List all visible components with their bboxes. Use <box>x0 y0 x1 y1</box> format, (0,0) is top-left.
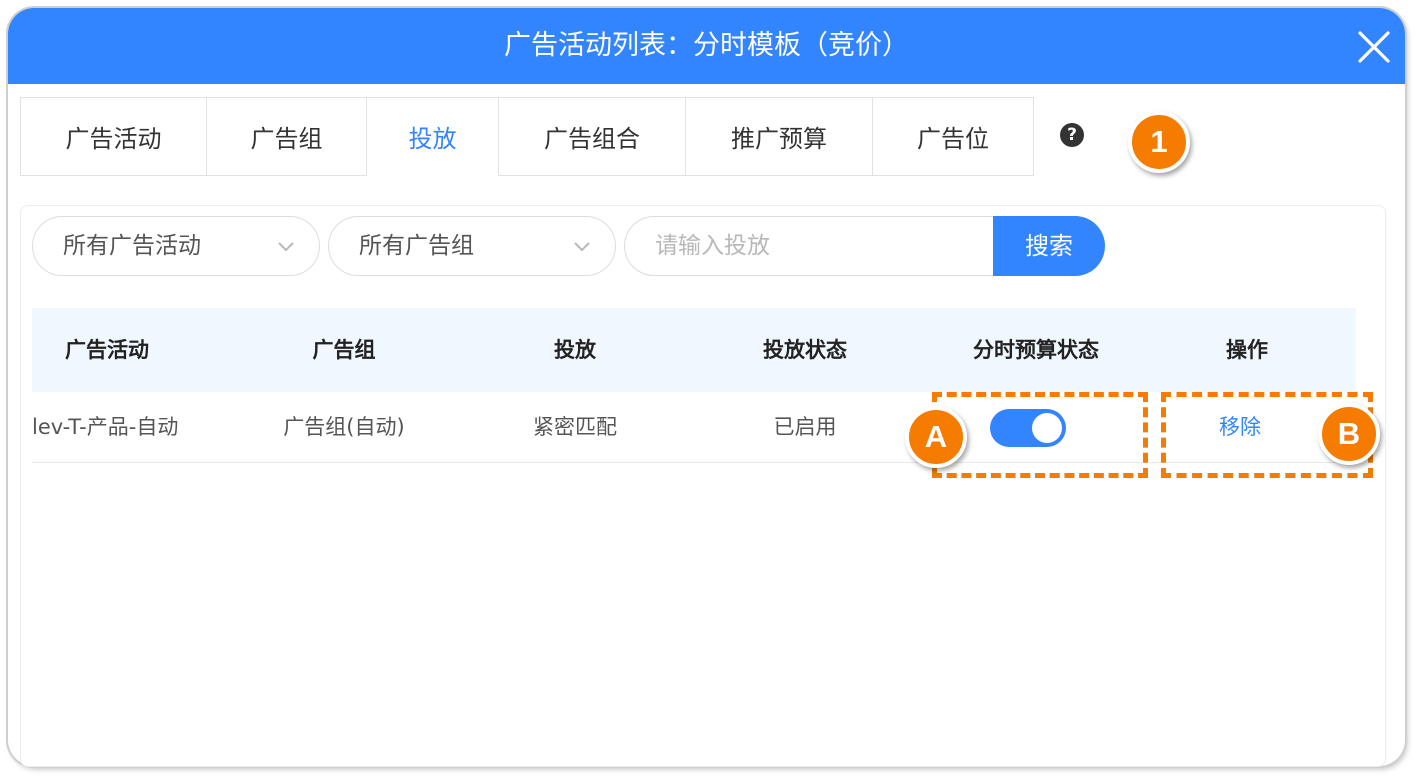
column-header-budget-status: 分时预算状态 <box>973 338 1099 362</box>
title-bar: 广告活动列表：分时模板（竞价） <box>8 8 1405 84</box>
tab-bar: 广告活动 广告组 投放 广告组合 推广预算 广告位 <box>20 97 1034 176</box>
campaign-select-value: 所有广告活动 <box>63 233 201 259</box>
column-header-status: 投放状态 <box>763 338 847 362</box>
tab-campaigns[interactable]: 广告活动 <box>21 98 207 176</box>
column-header-campaign: 广告活动 <box>65 338 149 362</box>
chevron-down-icon <box>574 242 590 252</box>
campaign-select[interactable]: 所有广告活动 <box>32 216 320 276</box>
tab-placements[interactable]: 广告位 <box>873 98 1033 176</box>
callout-marker-1: 1 <box>1128 111 1190 173</box>
callout-marker-b: B <box>1318 403 1380 465</box>
cell-targeting: 紧密匹配 <box>533 415 617 439</box>
tab-ad-groups[interactable]: 广告组 <box>207 98 367 176</box>
tab-targeting[interactable]: 投放 <box>367 98 499 176</box>
column-header-adgroup: 广告组 <box>312 338 376 362</box>
adgroup-select-value: 所有广告组 <box>359 233 474 259</box>
column-header-targeting: 投放 <box>554 338 596 362</box>
cell-adgroup: 广告组(自动) <box>283 415 405 439</box>
search-button[interactable]: 搜索 <box>993 216 1105 276</box>
close-icon[interactable] <box>1357 30 1391 64</box>
column-header-actions: 操作 <box>1226 338 1268 362</box>
table-row: lev-T-产品-自动 广告组(自动) 紧密匹配 已启用 <box>32 392 1356 463</box>
cell-campaign: lev-T-产品-自动 <box>32 415 179 439</box>
table-header: 广告活动 广告组 投放 投放状态 分时预算状态 操作 <box>32 308 1356 392</box>
question-circle-icon[interactable]: ? <box>1060 123 1084 147</box>
adgroup-select[interactable]: 所有广告组 <box>328 216 616 276</box>
tab-promo-budget[interactable]: 推广预算 <box>686 98 873 176</box>
callout-marker-a: A <box>905 406 967 468</box>
tab-portfolios[interactable]: 广告组合 <box>499 98 686 176</box>
content-panel <box>20 205 1386 767</box>
dialog-title: 广告活动列表：分时模板（竞价） <box>504 30 909 61</box>
cell-status: 已启用 <box>773 415 837 439</box>
targeting-search-input[interactable] <box>624 216 996 276</box>
chevron-down-icon <box>278 242 294 252</box>
